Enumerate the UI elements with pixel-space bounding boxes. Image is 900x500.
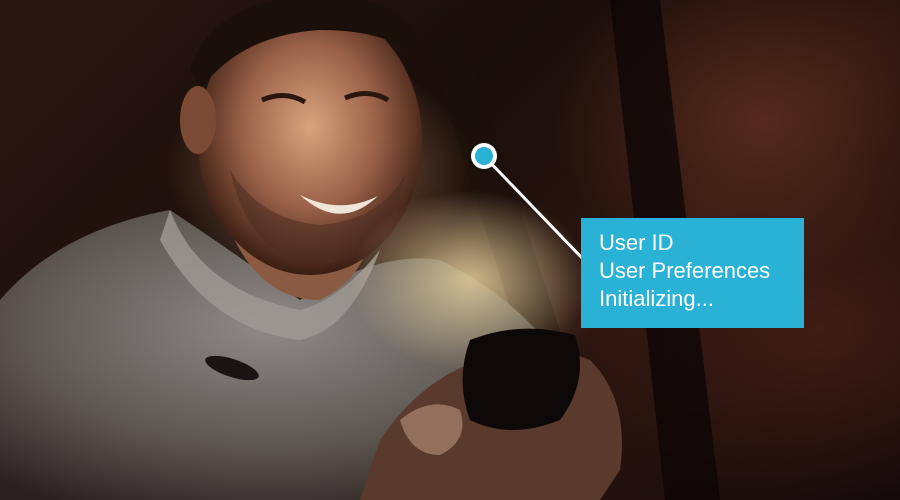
phone: [462, 328, 580, 430]
ear: [180, 86, 216, 154]
callout-dot: [475, 147, 493, 165]
callout-box: User ID User Preferences Initializing...: [581, 218, 804, 328]
callout-user-id: User ID: [599, 230, 674, 255]
callout-user-preferences: User Preferences: [599, 258, 771, 283]
callout-initializing: Initializing...: [599, 286, 714, 311]
photo-scene: User ID User Preferences Initializing...: [0, 0, 900, 500]
